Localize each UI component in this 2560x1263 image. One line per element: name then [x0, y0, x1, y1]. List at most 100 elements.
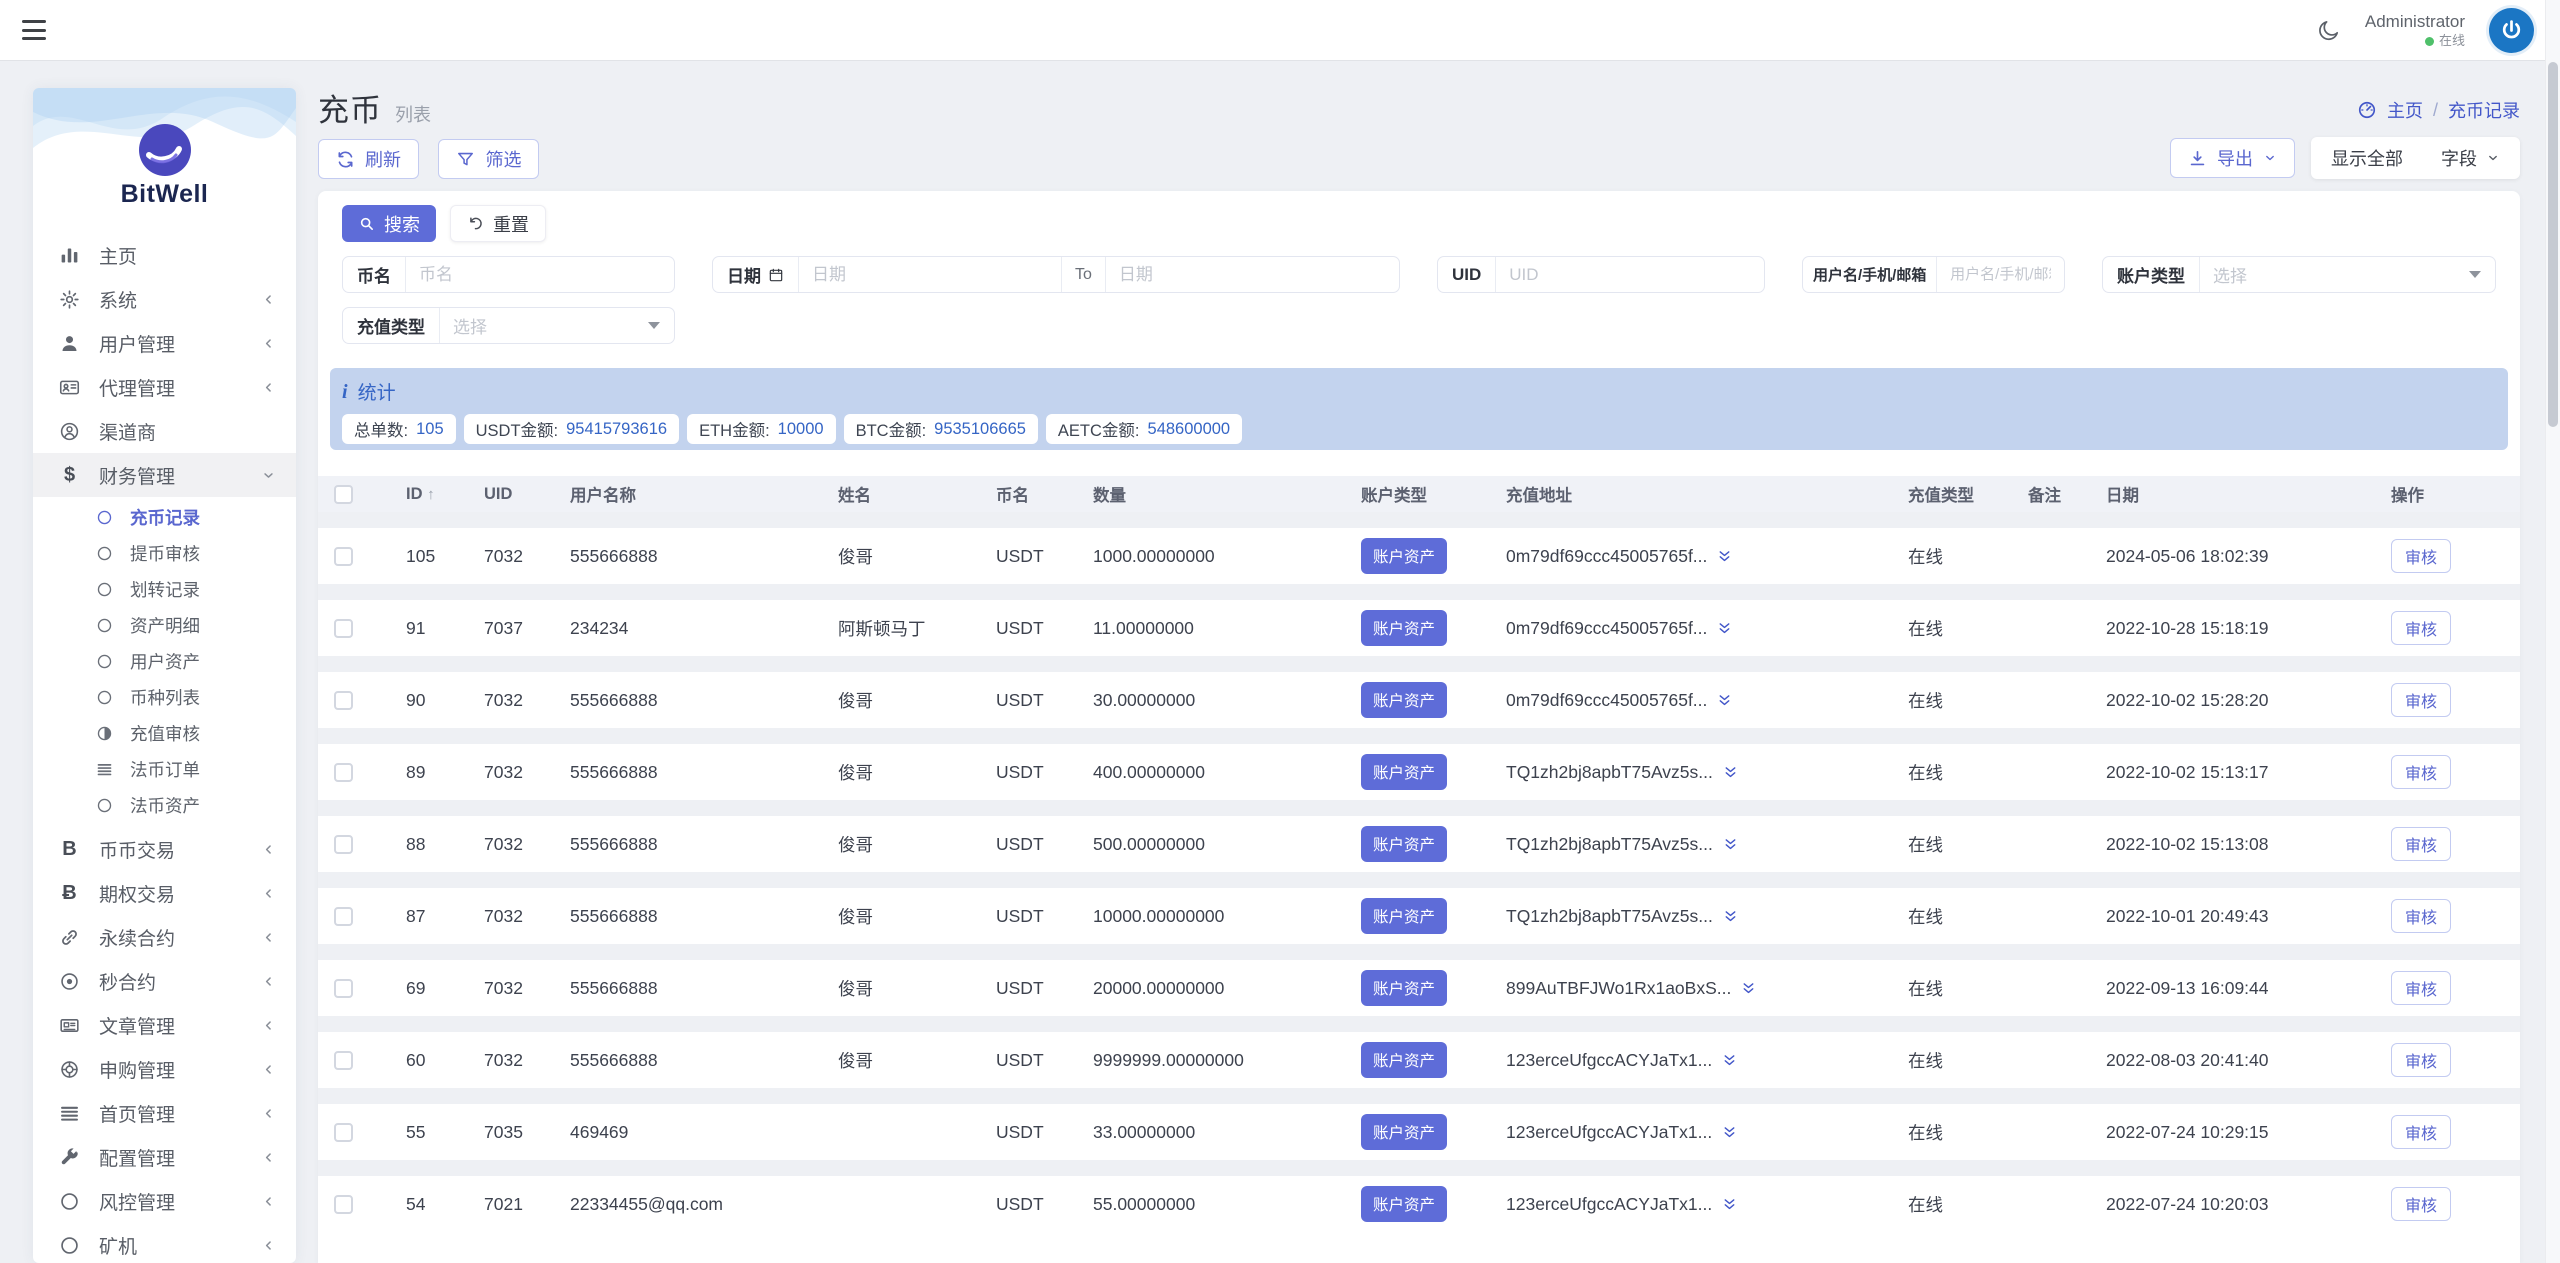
sidebar-item[interactable]: 系统 — [33, 277, 296, 321]
sidebar-item[interactable]: 代理管理 — [33, 365, 296, 409]
review-button[interactable]: 审核 — [2391, 899, 2451, 933]
caret-down-icon — [648, 322, 660, 329]
breadcrumb-separator: / — [2433, 100, 2438, 121]
chevron-left-icon — [261, 974, 276, 989]
review-button[interactable]: 审核 — [2391, 827, 2451, 861]
sidebar-item[interactable]: 首页管理 — [33, 1091, 296, 1135]
sidebar-item[interactable]: 风控管理 — [33, 1179, 296, 1223]
sidebar-item[interactable]: Ƀ期权交易 — [33, 871, 296, 915]
row-checkbox[interactable] — [334, 835, 353, 854]
sidebar-item[interactable]: 文章管理 — [33, 1003, 296, 1047]
sidebar-item[interactable]: B币币交易 — [33, 827, 296, 871]
review-button[interactable]: 审核 — [2391, 755, 2451, 789]
table-row: 897032555666888俊哥USDT400.00000000账户资产TQ1… — [318, 744, 2520, 800]
uid-filter-input[interactable] — [1496, 257, 1764, 292]
expand-address-icon[interactable] — [1722, 836, 1739, 853]
cell-address: 123erceUfgccACYJaTx1... — [1506, 1050, 1712, 1071]
sidebar-subitem[interactable]: 法币资产 — [33, 787, 296, 823]
column-header[interactable]: ID ↑ — [406, 485, 484, 504]
sidebar-item[interactable]: 矿机 — [33, 1223, 296, 1263]
refresh-button[interactable]: 刷新 — [318, 139, 419, 179]
sidebar-item[interactable]: 配置管理 — [33, 1135, 296, 1179]
expand-address-icon[interactable] — [1716, 692, 1733, 709]
bitwell-logo[interactable] — [139, 124, 191, 176]
expand-address-icon[interactable] — [1721, 1052, 1738, 1069]
sidebar-subitem[interactable]: 用户资产 — [33, 643, 296, 679]
user-filter-input[interactable] — [1937, 257, 2064, 292]
sidebar-item-label: 期权交易 — [99, 880, 175, 907]
dark-mode-toggle-icon[interactable] — [2317, 18, 2341, 42]
row-checkbox[interactable] — [334, 691, 353, 710]
sidebar-subitem[interactable]: 划转记录 — [33, 571, 296, 607]
account-type-badge: 账户资产 — [1361, 1042, 1447, 1078]
sidebar-subitem[interactable]: 充值审核 — [33, 715, 296, 751]
scrollbar-thumb[interactable] — [2548, 62, 2558, 427]
sidebar-submenu: 充币记录提币审核划转记录资产明细用户资产币种列表充值审核法币订单法币资产 — [33, 497, 296, 827]
sidebar-item[interactable]: 渠道商 — [33, 409, 296, 453]
cell-address: 0m79df69ccc45005765f... — [1506, 546, 1707, 567]
row-checkbox[interactable] — [334, 619, 353, 638]
page-scrollbar[interactable] — [2545, 0, 2560, 1263]
row-checkbox[interactable] — [334, 1195, 353, 1214]
row-checkbox[interactable] — [334, 547, 353, 566]
review-button[interactable]: 审核 — [2391, 971, 2451, 1005]
review-button[interactable]: 审核 — [2391, 1187, 2451, 1221]
sidebar-item[interactable]: 申购管理 — [33, 1047, 296, 1091]
row-checkbox[interactable] — [334, 979, 353, 998]
cell-username: 555666888 — [570, 834, 838, 855]
sidebar-subitem[interactable]: 法币订单 — [33, 751, 296, 787]
date-from-input[interactable] — [799, 257, 1061, 292]
expand-address-icon[interactable] — [1721, 1124, 1738, 1141]
export-button[interactable]: 导出 — [2170, 138, 2295, 178]
review-button[interactable]: 审核 — [2391, 683, 2451, 717]
show-all-button[interactable]: 显示全部 — [2331, 145, 2403, 171]
fields-dropdown[interactable]: 字段 — [2441, 145, 2500, 171]
expand-address-icon[interactable] — [1722, 908, 1739, 925]
cell-uid: 7032 — [484, 690, 570, 711]
reset-button[interactable]: 重置 — [450, 205, 546, 242]
review-button[interactable]: 审核 — [2391, 539, 2451, 573]
user-info[interactable]: Administrator 在线 — [2365, 11, 2465, 50]
hamburger-menu-icon[interactable] — [22, 20, 46, 40]
chevron-left-icon — [261, 1150, 276, 1165]
review-button[interactable]: 审核 — [2391, 611, 2451, 645]
cell-uid: 7037 — [484, 618, 570, 639]
date-range-separator: To — [1061, 257, 1106, 292]
cell-date: 2022-10-28 15:18:19 — [2106, 618, 2391, 639]
sidebar-subitem[interactable]: 提币审核 — [33, 535, 296, 571]
row-checkbox[interactable] — [334, 763, 353, 782]
filter-button[interactable]: 筛选 — [438, 139, 539, 179]
date-to-input[interactable] — [1106, 257, 1368, 292]
stat-label: USDT金额: — [476, 417, 559, 441]
dashboard-icon — [2357, 100, 2377, 120]
sidebar-item[interactable]: $财务管理 — [33, 453, 296, 497]
account-type-select[interactable]: 选择 — [2200, 257, 2495, 292]
sidebar-subitem[interactable]: 充币记录 — [33, 499, 296, 535]
select-all-checkbox[interactable] — [334, 485, 353, 504]
sidebar-subitem[interactable]: 资产明细 — [33, 607, 296, 643]
sidebar-item[interactable]: 用户管理 — [33, 321, 296, 365]
sidebar-item[interactable]: 秒合约 — [33, 959, 296, 1003]
expand-address-icon[interactable] — [1740, 980, 1757, 997]
breadcrumb-home[interactable]: 主页 — [2387, 97, 2423, 123]
review-button[interactable]: 审核 — [2391, 1115, 2451, 1149]
avatar[interactable] — [2489, 8, 2534, 53]
row-checkbox[interactable] — [334, 1123, 353, 1142]
account-type-filter-group: 账户类型 选择 — [2102, 256, 2496, 293]
search-button[interactable]: 搜索 — [342, 205, 436, 242]
sidebar-item[interactable]: 永续合约 — [33, 915, 296, 959]
row-checkbox[interactable] — [334, 1051, 353, 1070]
expand-address-icon[interactable] — [1716, 620, 1733, 637]
deposit-type-select[interactable]: 选择 — [440, 308, 674, 343]
sidebar-item[interactable]: 主页 — [33, 233, 296, 277]
sidebar-subitem[interactable]: 币种列表 — [33, 679, 296, 715]
lines-icon — [59, 1103, 80, 1124]
expand-address-icon[interactable] — [1721, 1196, 1738, 1213]
expand-address-icon[interactable] — [1716, 548, 1733, 565]
coin-filter-input[interactable] — [406, 257, 674, 292]
expand-address-icon[interactable] — [1722, 764, 1739, 781]
column-header: 备注 — [2028, 482, 2106, 506]
sort-asc-icon[interactable]: ↑ — [427, 486, 435, 503]
review-button[interactable]: 审核 — [2391, 1043, 2451, 1077]
row-checkbox[interactable] — [334, 907, 353, 926]
